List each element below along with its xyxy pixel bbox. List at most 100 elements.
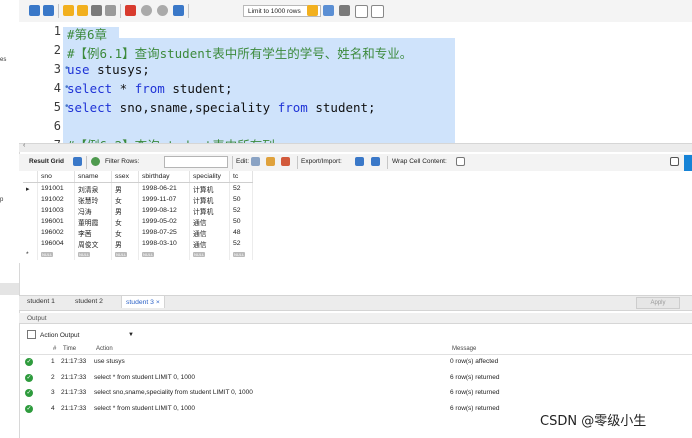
table-row[interactable]: 196002 李茜女 1998-07-25 通信 48 — [23, 227, 253, 238]
sql-keyword: from — [134, 81, 165, 96]
tab-student-2[interactable]: student 2 — [75, 298, 103, 305]
output-type-select[interactable]: Action Output ▼ — [40, 330, 136, 341]
table-cell[interactable]: 女 — [111, 194, 139, 205]
rollback-icon[interactable] — [157, 5, 168, 16]
result-grid-label[interactable]: Result Grid — [29, 158, 64, 165]
table-cell[interactable]: 周俊文 — [74, 238, 112, 249]
column-header[interactable]: tc — [229, 171, 253, 183]
toggle-error-icon[interactable] — [125, 5, 136, 16]
tab-student-3[interactable]: student 3 × — [121, 296, 165, 308]
table-cell[interactable]: 李茜 — [74, 227, 112, 238]
table-cell[interactable]: 通信 — [189, 238, 230, 249]
table-cell[interactable]: 通信 — [189, 216, 230, 227]
null-badge: NULL — [233, 252, 246, 257]
new-row[interactable]: * NULL NULL NULL NULL NULL NULL — [23, 249, 253, 260]
table-cell[interactable]: NULL — [138, 249, 190, 260]
copy-output-icon[interactable] — [27, 330, 36, 339]
output-row[interactable]: ✓ 2 21:17:33 select * from student LIMIT 0,… — [19, 371, 692, 386]
table-cell[interactable]: 196002 — [37, 227, 75, 238]
line-number: 4 — [53, 81, 61, 95]
tab-student-1[interactable]: student 1 — [27, 298, 55, 305]
output-type-label: Action Output — [40, 332, 80, 339]
column-header[interactable]: ssex — [111, 171, 139, 183]
table-row[interactable]: ▸ 191001 刘清泉男 1998-06-21 计算机 52 — [23, 182, 253, 194]
table-cell[interactable]: 1999-05-02 — [138, 216, 190, 227]
output-num: 3 — [51, 389, 55, 396]
table-cell[interactable]: 男 — [111, 182, 139, 194]
panel-toggle-icon[interactable] — [670, 157, 679, 166]
table-cell[interactable]: 50 — [229, 216, 253, 227]
table-cell[interactable]: 男 — [111, 238, 139, 249]
table-cell[interactable]: 计算机 — [189, 182, 230, 194]
stop-icon[interactable] — [105, 5, 116, 16]
wrap-cell-icon[interactable] — [456, 157, 465, 166]
bookmark-star-icon[interactable] — [307, 5, 318, 16]
output-row[interactable]: ✓ 3 21:17:33 select sno,sname,speciality fr… — [19, 386, 692, 401]
close-icon[interactable]: × — [156, 299, 160, 306]
table-cell[interactable]: 计算机 — [189, 205, 230, 216]
scroll-left-icon[interactable]: ‹ — [23, 142, 25, 149]
table-cell[interactable]: 50 — [229, 194, 253, 205]
table-cell[interactable]: 191003 — [37, 205, 75, 216]
output-row[interactable]: ✓ 1 21:17:33 use stusys 0 row(s) affected — [19, 355, 692, 370]
explain-magnifier-icon[interactable] — [91, 5, 102, 16]
table-cell[interactable]: 1998-03-10 — [138, 238, 190, 249]
table-cell[interactable]: 191002 — [37, 194, 75, 205]
grid-view-icon[interactable] — [73, 157, 82, 166]
table-cell[interactable]: 1999-11-07 — [138, 194, 190, 205]
apply-button[interactable]: Apply — [636, 297, 680, 309]
table-cell[interactable]: 52 — [229, 205, 253, 216]
execute-lightning-icon[interactable] — [63, 5, 74, 16]
execute-current-icon[interactable] — [77, 5, 88, 16]
import-icon[interactable] — [371, 157, 380, 166]
table-cell[interactable]: NULL — [74, 249, 112, 260]
table-cell[interactable]: NULL — [37, 249, 75, 260]
table-cell[interactable]: 52 — [229, 238, 253, 249]
table-cell[interactable]: 冯涛 — [74, 205, 112, 216]
refresh-icon[interactable] — [91, 157, 100, 166]
editor-horizontal-scrollbar[interactable]: ‹ — [19, 142, 692, 152]
autocommit-icon[interactable] — [173, 5, 184, 16]
find-icon[interactable] — [339, 5, 350, 16]
column-header[interactable]: sbirthday — [138, 171, 190, 183]
table-row[interactable]: 196004 周俊文男 1998-03-10 通信 52 — [23, 238, 253, 249]
table-cell[interactable]: NULL — [189, 249, 230, 260]
toolbar-divider — [58, 4, 59, 18]
open-folder-icon[interactable] — [29, 5, 40, 16]
export-icon[interactable] — [355, 157, 364, 166]
table-cell[interactable]: 196001 — [37, 216, 75, 227]
column-header[interactable]: sname — [74, 171, 112, 183]
table-cell[interactable]: NULL — [111, 249, 139, 260]
delete-row-icon[interactable] — [281, 157, 290, 166]
table-cell[interactable]: 女 — [111, 216, 139, 227]
filter-rows-input[interactable] — [164, 156, 228, 168]
table-row[interactable]: 191002 张慧玲女 1999-11-07 计算机 50 — [23, 194, 253, 205]
table-cell[interactable]: 女 — [111, 227, 139, 238]
beautify-brush-icon[interactable] — [323, 5, 334, 16]
table-cell[interactable]: NULL — [229, 249, 253, 260]
table-cell[interactable]: 计算机 — [189, 194, 230, 205]
commit-icon[interactable] — [141, 5, 152, 16]
table-cell[interactable]: 男 — [111, 205, 139, 216]
table-cell[interactable]: 191001 — [37, 182, 75, 194]
column-header[interactable]: speciality — [189, 171, 230, 183]
column-header[interactable]: sno — [37, 171, 75, 183]
table-row[interactable]: 196001 董明霞女 1999-05-02 通信 50 — [23, 216, 253, 227]
add-row-icon[interactable] — [266, 157, 275, 166]
table-cell[interactable]: 通信 — [189, 227, 230, 238]
save-icon[interactable] — [43, 5, 54, 16]
table-cell[interactable]: 48 — [229, 227, 253, 238]
wrap-lines-icon[interactable] — [371, 5, 384, 18]
table-row[interactable]: 191003 冯涛男 1999-08-12 计算机 52 — [23, 205, 253, 216]
table-cell[interactable]: 1998-06-21 — [138, 182, 190, 194]
table-cell[interactable]: 196004 — [37, 238, 75, 249]
table-cell[interactable]: 52 — [229, 182, 253, 194]
table-cell[interactable]: 1998-07-25 — [138, 227, 190, 238]
table-cell[interactable]: 刘清泉 — [74, 182, 112, 194]
edit-row-icon[interactable] — [251, 157, 260, 166]
table-cell[interactable]: 董明霞 — [74, 216, 112, 227]
invisible-chars-icon[interactable] — [355, 5, 368, 18]
sql-editor[interactable]: 1 #第6章 2 #【例6.1】查询student表中所有学生的学号、姓名和专业… — [19, 22, 692, 143]
table-cell[interactable]: 1999-08-12 — [138, 205, 190, 216]
table-cell[interactable]: 张慧玲 — [74, 194, 112, 205]
